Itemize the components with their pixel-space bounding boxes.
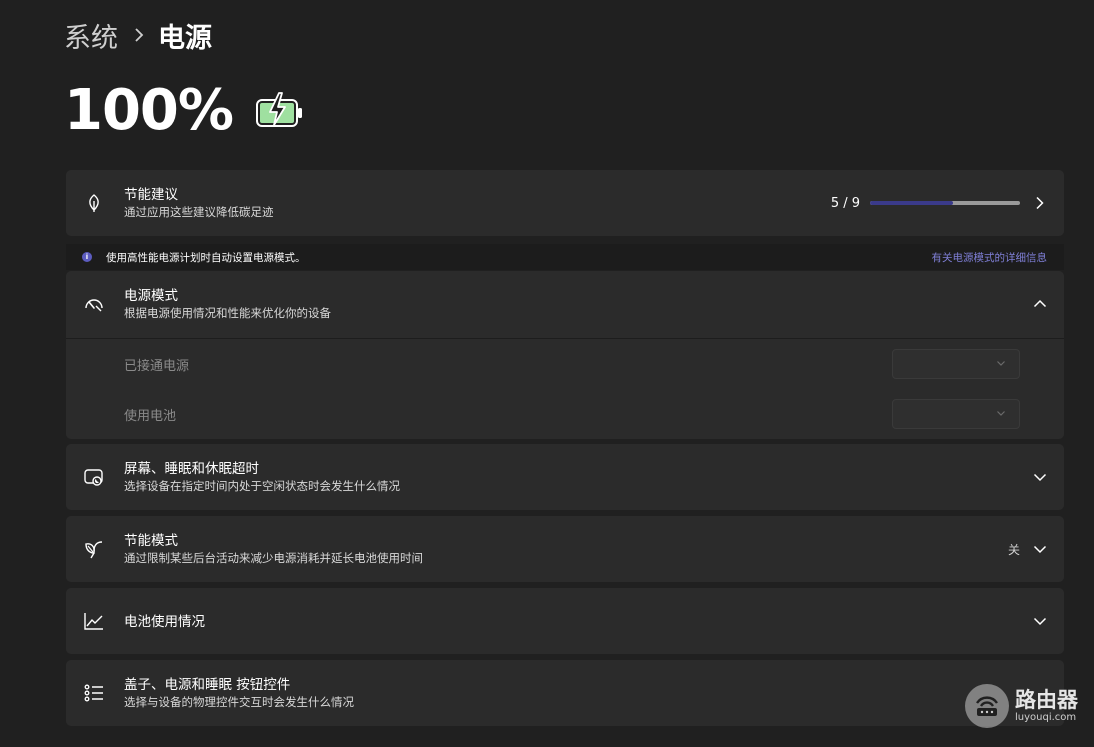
energy-saver-card[interactable]: 节能模式 通过限制某些后台活动来减少电源消耗并延长电池使用时间 关 — [66, 516, 1064, 582]
energy-recommendations-subtitle: 通过应用这些建议降低碳足迹 — [124, 205, 274, 219]
watermark-sub: luyouqi.com — [1015, 712, 1077, 723]
battery-usage-title: 电池使用情况 — [124, 614, 205, 630]
battery-usage-text: 电池使用情况 — [124, 613, 205, 631]
lid-buttons-subtitle: 选择与设备的物理控件交互时会发生什么情况 — [124, 695, 354, 709]
progress-bar — [870, 201, 1020, 205]
watermark-text: 路由器 luyouqi.com — [1015, 688, 1078, 724]
power-mode-card: 电源模式 根据电源使用情况和性能来优化你的设备 已接通电源 使用电池 — [66, 271, 1064, 439]
energy-saver-subtitle: 通过限制某些后台活动来减少电源消耗并延长电池使用时间 — [124, 551, 423, 565]
chart-line-icon — [83, 610, 105, 632]
leaf-icon — [83, 192, 105, 214]
energy-recommendations-title: 节能建议 — [124, 187, 178, 203]
power-mode-text: 电源模式 根据电源使用情况和性能来优化你的设备 — [124, 287, 331, 321]
energy-recommendations-card[interactable]: 节能建议 通过应用这些建议降低碳足迹 5 / 9 — [66, 170, 1064, 236]
battery-usage-card[interactable]: 电池使用情况 — [66, 588, 1064, 654]
screen-sleep-icon — [83, 466, 105, 488]
watermark: 路由器 luyouqi.com — [965, 684, 1078, 728]
energy-saver-icon — [83, 538, 105, 560]
lid-buttons-text: 盖子、电源和睡眠 按钮控件 选择与设备的物理控件交互时会发生什么情况 — [124, 676, 354, 710]
screen-sleep-subtitle: 选择设备在指定时间内处于空闲状态时会发生什么情况 — [124, 479, 400, 493]
energy-saver-status: 关 — [1007, 542, 1020, 557]
battery-status: 100% — [64, 78, 305, 143]
info-icon: i — [82, 252, 92, 262]
energy-saver-title: 节能模式 — [124, 533, 178, 549]
info-text: 使用高性能电源计划时自动设置电源模式。 — [106, 251, 306, 264]
chevron-down-icon — [996, 408, 1006, 418]
gauge-icon — [83, 293, 105, 315]
breadcrumb-system[interactable]: 系统 — [64, 16, 118, 55]
plugged-in-dropdown[interactable] — [892, 349, 1020, 379]
chevron-right-icon[interactable] — [1032, 195, 1048, 211]
progress-count: 5 / 9 — [830, 195, 860, 211]
screen-sleep-text: 屏幕、睡眠和休眠超时 选择设备在指定时间内处于空闲状态时会发生什么情况 — [124, 460, 400, 494]
energy-saver-text: 节能模式 通过限制某些后台活动来减少电源消耗并延长电池使用时间 — [124, 532, 423, 566]
watermark-title: 路由器 — [1015, 688, 1078, 712]
power-mode-info-bar: i 使用高性能电源计划时自动设置电源模式。 有关电源模式的详细信息 — [66, 244, 1064, 270]
page-title: 电源 — [158, 22, 212, 54]
chevron-down-icon — [996, 358, 1006, 368]
power-mode-subtitle: 根据电源使用情况和性能来优化你的设备 — [124, 306, 331, 320]
breadcrumb: 系统 电源 — [64, 14, 212, 56]
power-mode-header[interactable]: 电源模式 根据电源使用情况和性能来优化你的设备 — [66, 271, 1064, 337]
on-battery-row: 使用电池 — [66, 389, 1064, 439]
recommendations-progress: 5 / 9 — [831, 196, 1020, 211]
screen-sleep-title: 屏幕、睡眠和休眠超时 — [124, 461, 259, 477]
router-logo-icon — [965, 684, 1009, 728]
on-battery-label: 使用电池 — [124, 408, 177, 424]
progress-bar-fill — [870, 201, 954, 205]
chevron-right-icon — [134, 28, 144, 42]
chevron-up-icon[interactable] — [1032, 296, 1048, 312]
battery-percent: 100% — [64, 78, 234, 143]
chevron-down-icon[interactable] — [1032, 613, 1048, 629]
list-settings-icon — [83, 682, 105, 704]
energy-recommendations-text: 节能建议 通过应用这些建议降低碳足迹 — [124, 186, 274, 220]
battery-charging-icon — [255, 91, 305, 131]
chevron-down-icon[interactable] — [1032, 541, 1048, 557]
plugged-in-row: 已接通电源 — [66, 339, 1064, 389]
power-mode-details-link[interactable]: 有关电源模式的详细信息 — [932, 250, 1048, 265]
on-battery-dropdown[interactable] — [892, 399, 1020, 429]
chevron-down-icon[interactable] — [1032, 469, 1048, 485]
lid-buttons-card[interactable]: 盖子、电源和睡眠 按钮控件 选择与设备的物理控件交互时会发生什么情况 — [66, 660, 1064, 726]
screen-sleep-card[interactable]: 屏幕、睡眠和休眠超时 选择设备在指定时间内处于空闲状态时会发生什么情况 — [66, 444, 1064, 510]
settings-power-page: 系统 电源 100% 节能建议 通过应用这些建议降低碳足迹 5 / 9 i 使用… — [0, 0, 1094, 747]
plugged-in-label: 已接通电源 — [124, 358, 190, 374]
lid-buttons-title: 盖子、电源和睡眠 按钮控件 — [124, 677, 291, 693]
power-mode-title: 电源模式 — [124, 288, 178, 304]
